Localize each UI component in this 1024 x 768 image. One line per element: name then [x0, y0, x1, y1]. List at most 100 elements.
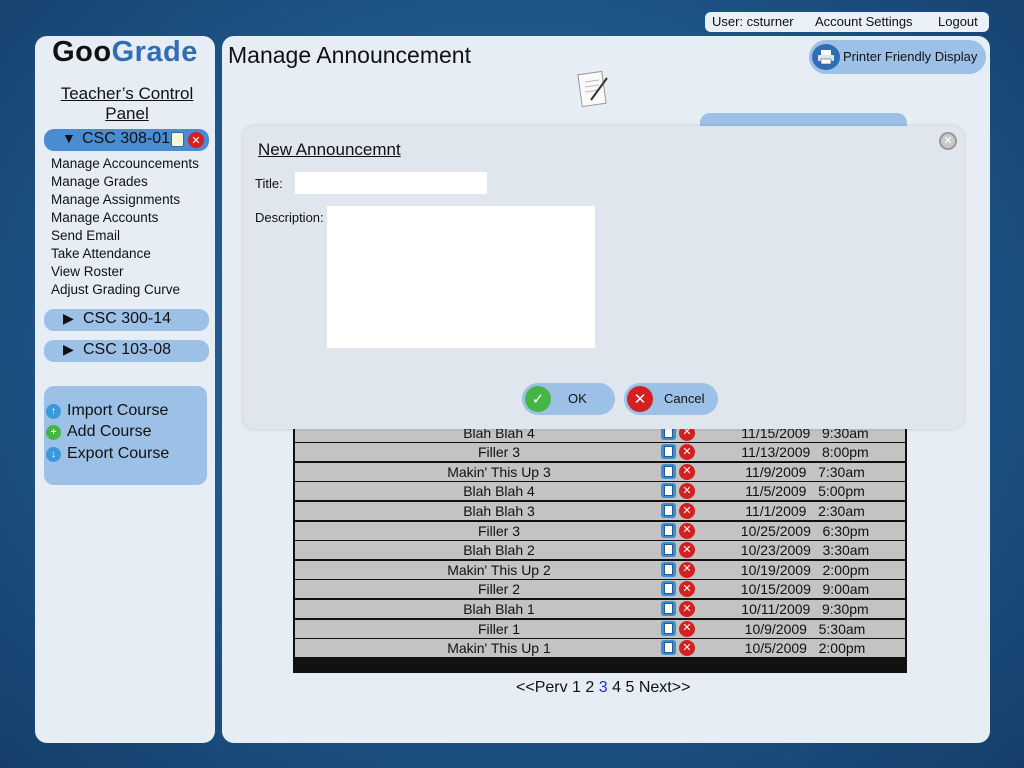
edit-icon[interactable] [661, 444, 676, 460]
edit-icon[interactable] [171, 132, 184, 147]
up-arrow-icon: ↑ [46, 403, 61, 419]
delete-icon[interactable]: ✕ [679, 601, 695, 617]
row-actions: ✕ [661, 601, 695, 617]
chevron-right-icon: ▶ [63, 310, 74, 326]
table-row: Filler 3 ✕ 10/25/2009 6:30pm [295, 521, 905, 540]
table-row: Blah Blah 2 ✕ 10/23/2009 3:30am [295, 541, 905, 560]
edit-icon[interactable] [661, 503, 676, 518]
printer-icon [812, 44, 840, 70]
menu-take-attendance[interactable]: Take Attendance [51, 245, 199, 263]
delete-icon[interactable]: ✕ [679, 522, 695, 539]
course-item-csc-300-14[interactable]: ▶ CSC 300-14 [44, 309, 209, 331]
delete-icon[interactable]: ✕ [679, 483, 695, 500]
table-row: Blah Blah 3 ✕ 11/1/2009 2:30am [295, 502, 905, 520]
prev-page-link[interactable]: <<Perv [516, 679, 568, 696]
ok-button[interactable]: ✓ OK [522, 383, 615, 415]
pagination: <<Perv 1 2 3 4 5 Next>> [516, 679, 690, 697]
menu-view-roster[interactable]: View Roster [51, 263, 199, 281]
announcement-date: 11/1/2009 2:30am [745, 503, 865, 519]
export-course-button[interactable]: ↓ Export Course [46, 444, 169, 464]
delete-icon[interactable]: ✕ [679, 503, 695, 519]
announcement-date: 10/15/2009 9:00am [740, 581, 870, 598]
user-bar: User: csturner Account Settings Logout [705, 12, 989, 32]
delete-icon[interactable]: ✕ [679, 561, 695, 578]
page-link-5[interactable]: 5 [625, 679, 634, 696]
title-input[interactable] [295, 172, 487, 194]
announcement-name: Filler 2 [477, 581, 520, 598]
announcement-name: Blah Blah 3 [463, 503, 535, 519]
menu-manage-grades[interactable]: Manage Grades [51, 173, 199, 191]
announcement-date: 10/9/2009 5:30am [744, 620, 866, 637]
next-page-link[interactable]: Next>> [639, 679, 691, 696]
import-course-button[interactable]: ↑ Import Course [46, 401, 168, 421]
announcement-name: Blah Blah 4 [463, 483, 535, 500]
row-actions: ✕ [661, 522, 695, 539]
add-course-label: Add Course [67, 423, 152, 440]
export-course-label: Export Course [67, 445, 170, 462]
announcement-name: Blah Blah 1 [463, 601, 535, 617]
add-course-button[interactable]: + Add Course [46, 422, 152, 442]
new-announcement-dialog: New Announcemnt ✕ Title: Description: ✓ … [243, 126, 964, 429]
delete-icon[interactable]: ✕ [679, 581, 695, 598]
account-settings-link[interactable]: Account Settings [815, 14, 913, 29]
menu-manage-assignments[interactable]: Manage Assignments [51, 191, 199, 209]
announcements-table: Makin' This Up 4✕11/20/2009 4:30pmBlah B… [293, 421, 907, 673]
description-input[interactable] [327, 206, 595, 348]
cancel-button[interactable]: ✕ Cancel [624, 383, 718, 415]
table-row: Makin' This Up 3 ✕ 11/9/2009 7:30am [295, 462, 905, 481]
course-label: CSC 308-01 [82, 130, 171, 147]
menu-manage-accounts[interactable]: Manage Accounts [51, 209, 199, 227]
edit-icon[interactable] [661, 483, 676, 499]
delete-icon[interactable]: ✕ [679, 640, 695, 657]
delete-icon[interactable]: ✕ [188, 132, 204, 148]
delete-icon[interactable]: ✕ [679, 444, 695, 461]
delete-icon[interactable]: ✕ [679, 620, 695, 637]
announcement-date: 11/9/2009 7:30am [745, 463, 865, 480]
announcement-date: 10/5/2009 2:00pm [744, 640, 866, 657]
course-label: CSC 300-14 [83, 310, 172, 327]
course-label: CSC 103-08 [83, 341, 172, 358]
printer-friendly-button[interactable]: Printer Friendly Display [809, 40, 986, 74]
edit-icon[interactable] [661, 542, 676, 558]
page-link-1[interactable]: 1 [572, 679, 581, 696]
document-pen-icon [577, 70, 611, 115]
page-link-3-current[interactable]: 3 [599, 679, 608, 696]
announcement-date: 11/13/2009 8:00pm [741, 444, 869, 461]
announcement-name: Makin' This Up 3 [447, 463, 551, 480]
description-label: Description: [255, 210, 324, 225]
announcement-name: Makin' This Up 2 [447, 561, 551, 578]
announcement-date: 10/19/2009 2:00pm [740, 561, 870, 578]
edit-icon[interactable] [661, 620, 676, 636]
logo: GooGrade [35, 36, 215, 69]
table-row: Blah Blah 1 ✕ 10/11/2009 9:30pm [295, 600, 905, 618]
edit-icon[interactable] [661, 640, 676, 656]
delete-icon[interactable]: ✕ [679, 463, 695, 480]
checkmark-icon: ✓ [525, 386, 551, 412]
edit-icon[interactable] [661, 463, 676, 479]
edit-icon[interactable] [661, 581, 676, 597]
edit-icon[interactable] [661, 522, 676, 538]
menu-adjust-grading-curve[interactable]: Adjust Grading Curve [51, 281, 199, 299]
row-actions: ✕ [661, 463, 695, 480]
menu-send-email[interactable]: Send Email [51, 227, 199, 245]
course-item-csc-308-01[interactable]: ▼ CSC 308-01 ✕ [44, 129, 209, 151]
import-course-label: Import Course [67, 402, 169, 419]
logout-link[interactable]: Logout [938, 14, 978, 29]
announcement-date: 10/23/2009 3:30am [740, 542, 870, 559]
row-actions: ✕ [661, 581, 695, 598]
course-item-csc-103-08[interactable]: ▶ CSC 103-08 [44, 340, 209, 362]
announcement-name: Blah Blah 2 [463, 542, 535, 559]
cancel-label: Cancel [664, 391, 705, 406]
close-icon[interactable]: ✕ [939, 132, 957, 150]
close-x-icon: ✕ [627, 386, 653, 412]
menu-manage-announcements[interactable]: Manage Accouncements [51, 155, 199, 173]
page-link-4[interactable]: 4 [612, 679, 621, 696]
announcement-name: Filler 3 [477, 444, 520, 461]
announcement-name: Filler 1 [477, 620, 520, 637]
table-row: Filler 3 ✕ 11/13/2009 8:00pm [295, 443, 905, 462]
delete-icon[interactable]: ✕ [679, 542, 695, 559]
edit-icon[interactable] [661, 561, 676, 577]
edit-icon[interactable] [661, 601, 676, 616]
page-link-2[interactable]: 2 [585, 679, 594, 696]
table-row: Blah Blah 4 ✕ 11/5/2009 5:00pm [295, 482, 905, 501]
